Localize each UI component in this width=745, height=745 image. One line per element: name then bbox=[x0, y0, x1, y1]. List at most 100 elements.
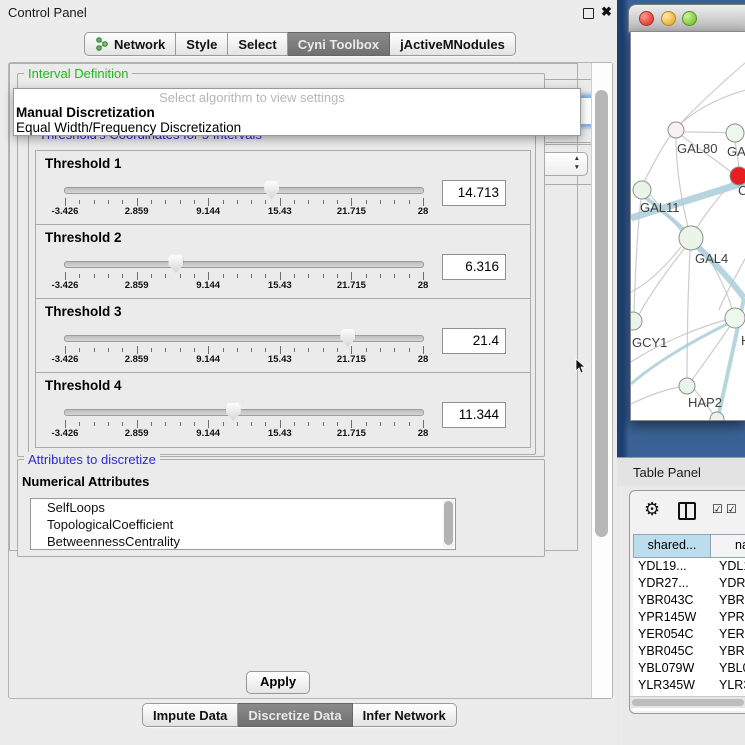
tick-mark bbox=[237, 274, 238, 278]
tab-select[interactable]: Select bbox=[228, 32, 287, 56]
tick-mark bbox=[323, 348, 324, 352]
table-row[interactable]: YPR145WYPR1 bbox=[633, 609, 745, 626]
threshold-row: Threshold 2-3.4262.8599.14415.4321.71528… bbox=[35, 224, 531, 300]
checkbox-icon[interactable]: ☑ bbox=[712, 502, 723, 516]
threshold-label: Threshold 3 bbox=[45, 304, 122, 319]
checkbox-icon[interactable]: ☑ bbox=[726, 502, 737, 516]
tick-mark bbox=[366, 200, 367, 204]
threshold-slider-track[interactable] bbox=[64, 187, 424, 194]
tick-mark bbox=[180, 422, 181, 426]
tick-label: 9.144 bbox=[196, 206, 220, 217]
float-window-icon[interactable] bbox=[583, 8, 594, 19]
network-edge bbox=[631, 247, 681, 292]
tick-mark bbox=[265, 274, 266, 278]
tick-mark bbox=[251, 274, 252, 278]
threshold-value-field[interactable]: 6.316 bbox=[442, 254, 506, 280]
numerical-attributes-label: Numerical Attributes bbox=[22, 474, 149, 489]
table-row[interactable]: YBL079WYBL0 bbox=[633, 660, 745, 677]
tick-label: 15.43 bbox=[268, 206, 292, 217]
threshold-groupbox: Threshold's Coordinates for 5 Intervals … bbox=[28, 134, 536, 455]
tick-label: 2.859 bbox=[125, 280, 149, 291]
network-node-gal80[interactable] bbox=[668, 122, 684, 138]
threshold-slider-track[interactable] bbox=[64, 261, 424, 268]
tick-mark bbox=[237, 200, 238, 204]
list-item[interactable]: BetweennessCentrality bbox=[31, 533, 455, 550]
list-item[interactable]: TopologicalCoefficient bbox=[31, 516, 455, 533]
column-header-name[interactable]: na bbox=[711, 535, 745, 557]
node-label-gal11: GAL11 bbox=[640, 200, 680, 215]
gear-icon[interactable]: ⚙ bbox=[644, 499, 660, 520]
tick-mark bbox=[308, 422, 309, 426]
column-header-shared-name[interactable]: shared... bbox=[634, 535, 711, 557]
slider-ticks bbox=[65, 419, 423, 428]
table-row[interactable]: YBR043CYBR0 bbox=[633, 592, 745, 609]
tab-impute-data[interactable]: Impute Data bbox=[142, 703, 238, 727]
tick-mark bbox=[65, 420, 66, 428]
node-label-h: H bbox=[741, 333, 745, 348]
tab-label: Select bbox=[238, 37, 276, 52]
cell-name: YER0 bbox=[719, 626, 745, 643]
network-canvas[interactable]: GAL80GACGAL11GAL4GCY1HHAP2 bbox=[630, 31, 745, 421]
tick-mark bbox=[394, 274, 395, 278]
network-node-node-top-right[interactable] bbox=[726, 124, 744, 142]
tick-mark bbox=[423, 198, 424, 206]
apply-button[interactable]: Apply bbox=[246, 671, 310, 694]
tick-mark bbox=[251, 348, 252, 352]
tick-mark bbox=[351, 272, 352, 280]
tick-mark bbox=[108, 348, 109, 352]
numerical-attributes-list[interactable]: SelfLoopsTopologicalCoefficientBetweenne… bbox=[30, 498, 456, 550]
tab-style[interactable]: Style bbox=[176, 32, 228, 56]
dropdown-option-manual[interactable]: Manual Discretization bbox=[14, 105, 580, 120]
tick-mark bbox=[351, 346, 352, 354]
tab-jactivemnodules[interactable]: jActiveMNodules bbox=[390, 32, 516, 56]
network-node-node-right[interactable] bbox=[725, 308, 745, 328]
tick-label: 9.144 bbox=[196, 280, 220, 291]
tick-mark bbox=[165, 422, 166, 426]
threshold-slider-track[interactable] bbox=[64, 335, 424, 342]
threshold-value-field[interactable]: 11.344 bbox=[442, 402, 506, 428]
slider-ticks bbox=[65, 197, 423, 206]
minimize-traffic-light-icon[interactable] bbox=[661, 11, 676, 26]
tick-mark bbox=[237, 348, 238, 352]
table-row[interactable]: YLR345WYLR3 bbox=[633, 677, 745, 694]
tick-mark bbox=[180, 274, 181, 278]
columns-icon[interactable] bbox=[678, 502, 696, 520]
network-node-gal4[interactable] bbox=[679, 226, 703, 250]
close-traffic-light-icon[interactable] bbox=[639, 11, 654, 26]
tick-mark bbox=[79, 422, 80, 426]
table-row[interactable]: YDL19...YDL1 bbox=[633, 558, 745, 575]
zoom-traffic-light-icon[interactable] bbox=[682, 11, 697, 26]
horizontal-scrollbar-thumb[interactable] bbox=[632, 699, 744, 706]
tick-mark bbox=[94, 200, 95, 204]
threshold-value-field[interactable]: 21.4 bbox=[442, 328, 506, 354]
list-scrollbar[interactable] bbox=[443, 500, 454, 548]
threshold-slider-track[interactable] bbox=[64, 409, 424, 416]
table-row[interactable]: YDR27...YDR2 bbox=[633, 575, 745, 592]
list-item[interactable]: SelfLoops bbox=[31, 499, 455, 516]
algorithm-dropdown-popup: Select algorithm to view settings Manual… bbox=[13, 88, 581, 136]
control-panel-titlebar: Control Panel ✖ bbox=[0, 0, 620, 26]
table-row[interactable]: YBR045CYBR0 bbox=[633, 643, 745, 660]
network-node-gal11[interactable] bbox=[633, 181, 651, 199]
slider-tick-labels: -3.4262.8599.14415.4321.71528 bbox=[65, 206, 423, 218]
tab-discretize-data[interactable]: Discretize Data bbox=[238, 703, 352, 727]
tick-mark bbox=[165, 200, 166, 204]
list-scrollbar-thumb[interactable] bbox=[444, 501, 453, 545]
network-node-gcy1[interactable] bbox=[631, 312, 642, 330]
node-label-gal80: GAL80 bbox=[677, 141, 717, 156]
threshold-value-field[interactable]: 14.713 bbox=[442, 180, 506, 206]
network-icon bbox=[95, 37, 109, 51]
bottom-tab-bar: Impute DataDiscretize DataInfer Network bbox=[142, 703, 457, 727]
tick-mark bbox=[337, 348, 338, 352]
tick-mark bbox=[151, 348, 152, 352]
dropdown-option-equal-width[interactable]: Equal Width/Frequency Discretization bbox=[14, 120, 580, 135]
tab-network[interactable]: Network bbox=[84, 32, 176, 56]
tab-infer-network[interactable]: Infer Network bbox=[353, 703, 457, 727]
network-node-hap2[interactable] bbox=[679, 378, 695, 394]
tick-mark bbox=[194, 274, 195, 278]
close-icon[interactable]: ✖ bbox=[601, 4, 612, 20]
horizontal-scrollbar[interactable] bbox=[630, 696, 745, 708]
top-tab-bar: NetworkStyle Select Cyni ToolboxjActiveMNo… bbox=[84, 32, 516, 56]
tab-cyni-toolbox[interactable]: Cyni Toolbox bbox=[288, 32, 390, 56]
table-row[interactable]: YER054CYER0 bbox=[633, 626, 745, 643]
